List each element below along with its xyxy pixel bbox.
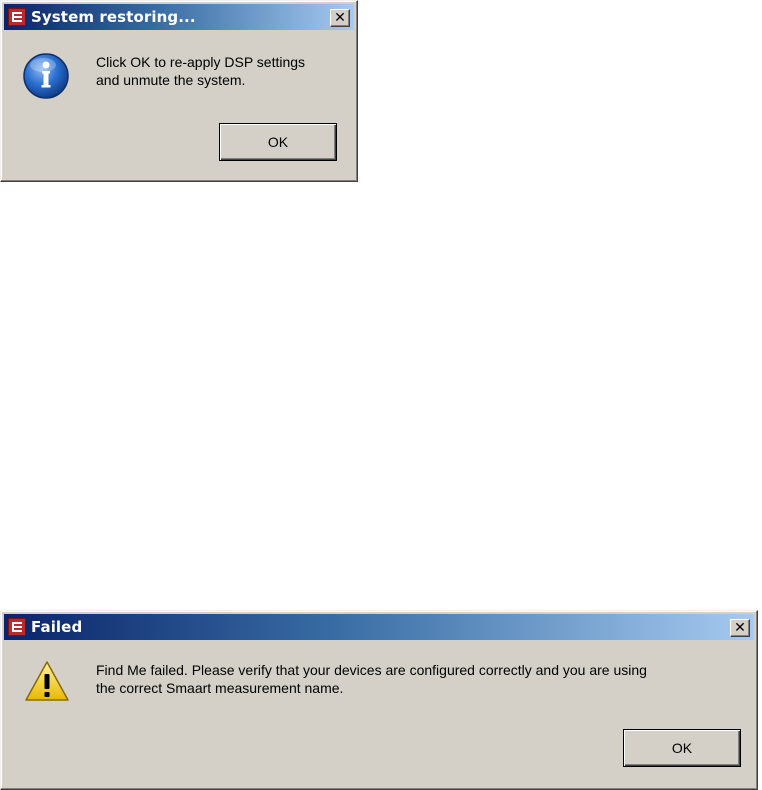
app-logo-icon [8, 618, 26, 636]
close-icon: ✕ [734, 620, 746, 636]
app-logo-icon [8, 8, 26, 26]
system-restoring-dialog: System restoring... ✕ Click OK to re-app… [0, 0, 358, 182]
ok-button[interactable]: OK [219, 123, 337, 161]
close-button[interactable]: ✕ [730, 619, 750, 637]
ok-button-label: OK [671, 740, 693, 756]
message-text: Click OK to re-apply DSP settings and un… [96, 54, 306, 88]
titlebar[interactable]: Failed ✕ [4, 614, 754, 640]
failed-dialog: Failed ✕ Find Me failed. Please verify t… [0, 610, 758, 790]
ok-button[interactable]: OK [623, 729, 741, 767]
close-button[interactable]: ✕ [330, 9, 350, 27]
dialog-title: Failed [31, 618, 83, 636]
warning-icon [25, 661, 69, 701]
close-icon: ✕ [334, 10, 346, 26]
ok-button-label: OK [267, 134, 289, 150]
message-text: Find Me failed. Please verify that your … [96, 662, 647, 696]
dialog-title: System restoring... [31, 8, 196, 26]
info-icon [23, 53, 69, 99]
titlebar[interactable]: System restoring... ✕ [4, 4, 354, 30]
